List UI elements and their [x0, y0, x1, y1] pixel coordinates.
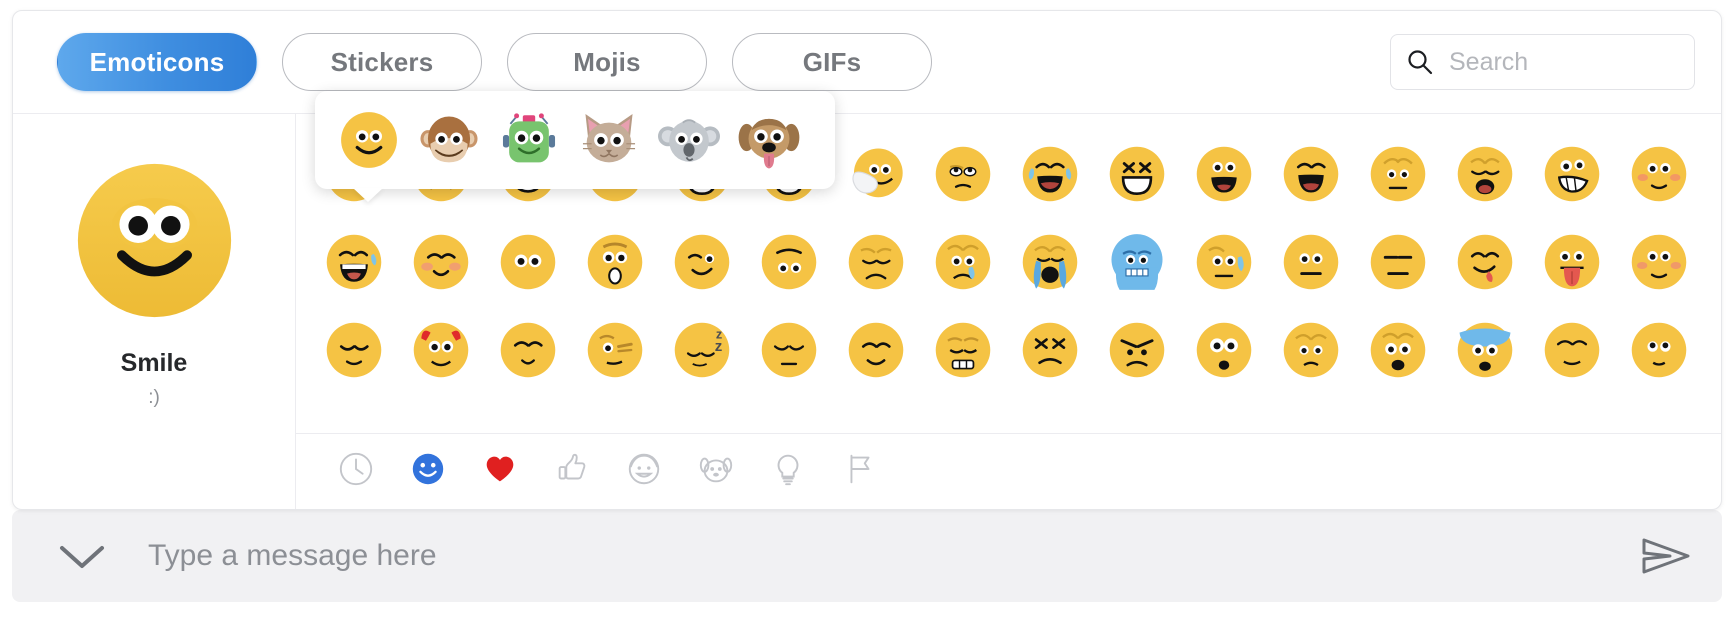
- emoji-blush-shy[interactable]: [1615, 130, 1702, 218]
- emoji-preview-pane: Smile :): [13, 114, 296, 509]
- emoji-cold[interactable]: [1093, 218, 1180, 306]
- emoji-bored[interactable]: [745, 306, 832, 394]
- heart-icon: [481, 450, 519, 493]
- emoji-relieved[interactable]: [310, 306, 397, 394]
- send-icon[interactable]: [1640, 534, 1692, 578]
- tab-mojis[interactable]: Mojis: [507, 33, 707, 91]
- search-input[interactable]: [1449, 47, 1680, 77]
- emoji-sheepish[interactable]: [1528, 306, 1615, 394]
- emoji-smiling-closed-eyes[interactable]: [832, 306, 919, 394]
- emoji-row: zz: [310, 306, 1721, 394]
- emoji-tongue-out-happy[interactable]: [1441, 218, 1528, 306]
- flag-icon: [841, 450, 879, 493]
- emoji-sleepy-sad[interactable]: [832, 218, 919, 306]
- emoji-content[interactable]: [484, 306, 571, 394]
- emoji-flat-face[interactable]: [1267, 218, 1354, 306]
- emoji-innocent[interactable]: [1615, 306, 1702, 394]
- emoji-worried[interactable]: [1354, 130, 1441, 218]
- emoji-stare[interactable]: [484, 218, 571, 306]
- category-animals[interactable]: [694, 450, 738, 494]
- emoji-row: [310, 218, 1721, 306]
- variant-smile-yellow[interactable]: [329, 100, 409, 180]
- emoji-variant-popover: [315, 91, 835, 189]
- emoji-anxious[interactable]: [1267, 306, 1354, 394]
- emoji-happy[interactable]: [1180, 130, 1267, 218]
- variant-smile-robot[interactable]: [489, 100, 569, 180]
- tab-mojis-label: Mojis: [573, 46, 641, 77]
- variant-smile-dog[interactable]: [729, 100, 809, 180]
- clock-icon: [337, 450, 375, 493]
- emoji-wail[interactable]: [1441, 130, 1528, 218]
- variant-smile-koala[interactable]: [649, 100, 729, 180]
- emoji-angry[interactable]: [1093, 306, 1180, 394]
- emoji-raised-eyebrow[interactable]: [571, 306, 658, 394]
- emoji-giggle[interactable]: [832, 130, 919, 218]
- emoji-smirk-teeth[interactable]: [1528, 130, 1615, 218]
- category-gestures[interactable]: [550, 450, 594, 494]
- emoji-category-bar: [296, 433, 1721, 509]
- search-box[interactable]: [1390, 34, 1695, 90]
- preview-emoji-smile: [73, 159, 236, 327]
- dog-icon: [697, 450, 735, 493]
- emoji-tongue-out[interactable]: [1528, 218, 1615, 306]
- picker-tabbar: Emoticons Stickers Mojis GIFs: [13, 11, 1721, 114]
- emoji-tears-of-joy[interactable]: [1006, 130, 1093, 218]
- emoji-surprised[interactable]: [571, 218, 658, 306]
- category-people[interactable]: [622, 450, 666, 494]
- emoji-shocked[interactable]: [1180, 306, 1267, 394]
- emoji-rolling-eyes[interactable]: [919, 130, 1006, 218]
- picker-body: Smile :) z z: [13, 114, 1721, 509]
- search-icon: [1405, 47, 1435, 77]
- tab-stickers-label: Stickers: [330, 46, 434, 77]
- preview-emoji-shortcode: :): [148, 387, 160, 408]
- smiley-icon: [409, 450, 447, 493]
- category-hearts[interactable]: [478, 450, 522, 494]
- emoji-embarrassed[interactable]: [1615, 218, 1702, 306]
- category-recent[interactable]: [334, 450, 378, 494]
- variant-smile-monkey[interactable]: [409, 100, 489, 180]
- emoji-devil[interactable]: [397, 306, 484, 394]
- message-input[interactable]: [148, 539, 1616, 573]
- tab-emoticons[interactable]: Emoticons: [57, 33, 257, 91]
- variant-smile-cat[interactable]: [569, 100, 649, 180]
- person-face-icon: [625, 450, 663, 493]
- emoji-wink[interactable]: [658, 218, 745, 306]
- tab-emoticons-label: Emoticons: [89, 46, 225, 77]
- emoticon-picker-panel: Emoticons Stickers Mojis GIFs Search Smi…: [12, 10, 1722, 510]
- message-composer: [12, 510, 1722, 602]
- emoji-sad-tear[interactable]: [919, 218, 1006, 306]
- tab-gifs-label: GIFs: [802, 46, 862, 77]
- emoji-big-grin[interactable]: [1267, 130, 1354, 218]
- tab-gifs[interactable]: GIFs: [732, 33, 932, 91]
- tab-stickers[interactable]: Stickers: [282, 33, 482, 91]
- emoji-shocked-blue[interactable]: [1441, 306, 1528, 394]
- emoji-squint-laugh[interactable]: [1093, 130, 1180, 218]
- emoji-sweat-nervous[interactable]: [1180, 218, 1267, 306]
- emoji-frustrated[interactable]: [1006, 306, 1093, 394]
- category-smileys[interactable]: [406, 450, 450, 494]
- svg-text:z: z: [714, 338, 722, 355]
- category-objects[interactable]: [766, 450, 810, 494]
- thumbs-up-icon: [553, 450, 591, 493]
- category-flags[interactable]: [838, 450, 882, 494]
- lightbulb-icon: [769, 450, 807, 493]
- emoji-sleeping[interactable]: zz: [658, 306, 745, 394]
- emoji-speechless[interactable]: [745, 218, 832, 306]
- chevron-down-icon[interactable]: [56, 538, 108, 574]
- preview-emoji-name: Smile: [120, 349, 188, 377]
- emoji-grimace[interactable]: [919, 306, 1006, 394]
- emoji-unamused[interactable]: [1354, 218, 1441, 306]
- emoji-blushing[interactable]: [397, 218, 484, 306]
- emoji-picker-window: Emoticons Stickers Mojis GIFs Search Smi…: [0, 0, 1734, 624]
- emoji-scared[interactable]: [1354, 306, 1441, 394]
- emoji-sweat-laugh[interactable]: [310, 218, 397, 306]
- emoji-crying[interactable]: [1006, 218, 1093, 306]
